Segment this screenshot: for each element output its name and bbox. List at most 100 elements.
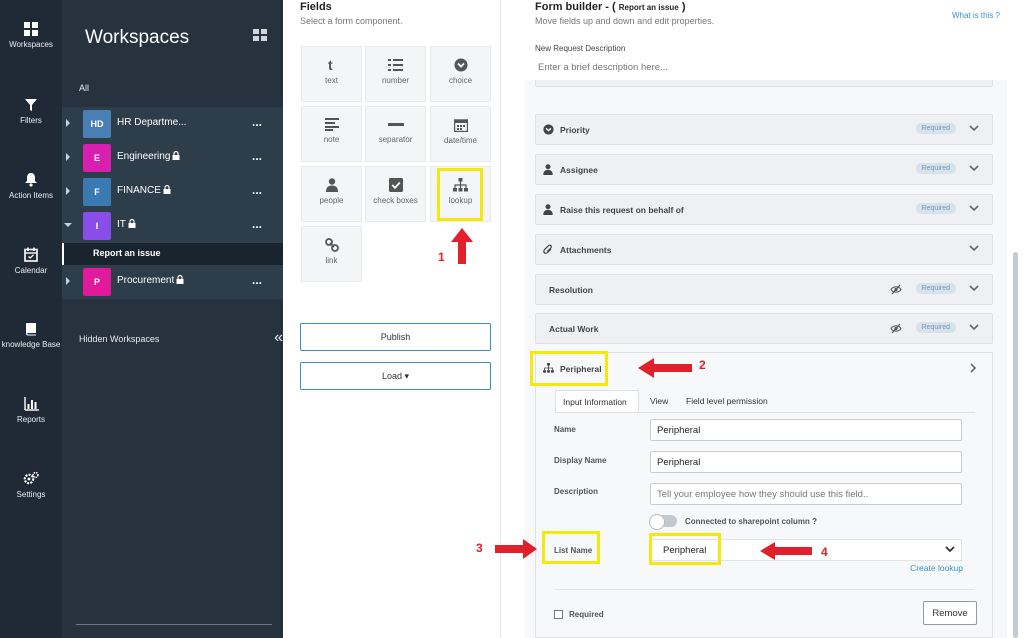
tile-label: choice — [448, 76, 473, 85]
rail-item-reports[interactable]: Reports — [0, 397, 62, 424]
more-options-button[interactable]: ... — [252, 115, 262, 129]
numbered-list-icon — [387, 59, 403, 71]
bell-icon — [25, 173, 37, 187]
fields-subtitle: Select a form component. — [300, 16, 403, 26]
create-lookup-link[interactable]: Create lookup — [910, 563, 963, 573]
sharepoint-toggle[interactable] — [649, 514, 677, 530]
rail-item-calendar[interactable]: Calendar — [0, 247, 62, 275]
required-badge: Required — [915, 203, 956, 214]
field-tile-note[interactable]: note — [301, 106, 362, 162]
field-row-actual-work[interactable]: Actual Work Required — [535, 313, 993, 344]
rail-label: knowledge Base — [1, 340, 61, 349]
chevron-down-icon[interactable] — [969, 125, 979, 132]
expand-caret-icon[interactable] — [66, 277, 70, 285]
required-label: Required — [569, 610, 604, 619]
field-tile-choice[interactable]: choice — [430, 46, 491, 102]
scrollbar[interactable] — [1013, 252, 1018, 638]
rail-item-filters[interactable]: Filters — [0, 98, 62, 125]
name-label: Name — [554, 425, 576, 434]
rail-label: Settings — [16, 490, 46, 499]
chevron-down-icon — [945, 546, 955, 553]
field-row-priority[interactable]: Priority Required — [535, 114, 993, 145]
workspace-name: Procurement — [117, 275, 175, 286]
rail-item-settings[interactable]: Settings — [0, 471, 62, 499]
tile-label: people — [319, 196, 344, 205]
grid-view-icon[interactable] — [253, 29, 267, 41]
expand-caret-icon[interactable] — [64, 223, 72, 227]
workspace-avatar: I — [83, 212, 111, 240]
publish-button[interactable]: Publish — [300, 323, 491, 351]
workspace-item-it[interactable]: I IT ... — [62, 209, 283, 243]
rail-item-workspaces[interactable]: Workspaces — [0, 22, 62, 49]
tabs-divider — [555, 412, 975, 413]
help-link[interactable]: What is this ? — [952, 11, 1000, 20]
toggle-label: Connected to sharepoint column ? — [685, 517, 818, 526]
description-input[interactable]: Enter a brief description here... — [538, 62, 668, 73]
more-options-button[interactable]: ... — [252, 217, 262, 231]
calendar-icon — [453, 119, 468, 132]
chevron-down-icon[interactable] — [969, 245, 979, 252]
person-icon — [543, 164, 553, 175]
field-tile-separator[interactable]: separator — [365, 106, 426, 162]
workspace-avatar: HD — [83, 110, 111, 138]
field-tile-datetime[interactable]: date/time — [430, 106, 491, 162]
field-tile-check-boxes[interactable]: check boxes — [365, 166, 426, 222]
collapse-panel-icon[interactable]: « — [274, 329, 283, 347]
tab-view[interactable]: View — [643, 390, 675, 412]
annotation-number: 3 — [476, 541, 483, 555]
display-name-input[interactable]: Peripheral — [650, 451, 962, 473]
workspace-item-hr[interactable]: HD HR Departme... ... — [62, 107, 283, 141]
workspaces-all-filter[interactable]: All — [79, 83, 89, 93]
display-name-label: Display Name — [554, 456, 607, 465]
load-button[interactable]: Load ▾ — [300, 362, 491, 390]
chevron-down-icon[interactable] — [969, 165, 979, 172]
field-tile-link[interactable]: link — [301, 226, 362, 282]
chevron-down-icon[interactable] — [969, 324, 979, 331]
field-row-assignee[interactable]: Assignee Required — [535, 154, 993, 185]
field-label: Actual Work — [549, 324, 599, 334]
field-label: Attachments — [560, 245, 612, 255]
choice-icon — [454, 58, 467, 72]
field-row-on-behalf-of[interactable]: Raise this request on behalf of Required — [535, 194, 993, 225]
more-options-button[interactable]: ... — [252, 149, 262, 163]
tab-field-level-permission[interactable]: Field level permission — [679, 390, 775, 412]
description-input[interactable]: Tell your employee how they should use t… — [650, 483, 962, 505]
expand-caret-icon[interactable] — [66, 153, 70, 161]
field-row-attachments[interactable]: Attachments — [535, 234, 993, 265]
description-label: New Request Description — [535, 44, 626, 53]
grid-icon — [24, 22, 38, 36]
workspaces-title: Workspaces — [85, 27, 190, 48]
expand-caret-icon[interactable] — [66, 187, 70, 195]
lock-icon — [163, 185, 171, 194]
hidden-workspaces-link[interactable]: Hidden Workspaces — [79, 334, 159, 344]
expand-caret-icon[interactable] — [66, 119, 70, 127]
workspaces-panel: Workspaces All HD HR Departme... ... E E… — [62, 0, 283, 638]
remove-button[interactable]: Remove — [923, 601, 977, 625]
chevron-down-icon[interactable] — [969, 285, 979, 292]
tab-input-information[interactable]: Input Information — [555, 390, 639, 412]
workspace-sub-item-report-an-issue[interactable]: Report an issue — [62, 243, 283, 265]
more-options-button[interactable]: ... — [252, 183, 262, 197]
rail-item-action-items[interactable]: Action Items — [0, 172, 62, 200]
rail-item-knowledge-base[interactable]: knowledge Base — [0, 322, 62, 349]
field-tile-people[interactable]: people — [301, 166, 362, 222]
chevron-down-icon[interactable] — [969, 205, 979, 212]
eye-slash-icon — [890, 323, 902, 334]
fields-title: Fields — [300, 1, 332, 13]
chevron-right-icon[interactable] — [970, 363, 977, 373]
required-checkbox[interactable] — [554, 610, 563, 619]
name-input[interactable]: Peripheral — [650, 419, 962, 441]
workspace-item-engineering[interactable]: E Engineering ... — [62, 141, 283, 175]
field-tile-text[interactable]: t text — [301, 46, 362, 102]
workspace-name: Engineering — [117, 151, 171, 162]
required-badge: Required — [915, 123, 956, 134]
field-tile-number[interactable]: number — [365, 46, 426, 102]
workspace-item-procurement[interactable]: P Procurement ... — [62, 265, 283, 299]
more-options-button[interactable]: ... — [252, 273, 262, 287]
field-row-resolution[interactable]: Resolution Required — [535, 274, 993, 305]
tile-label: link — [325, 256, 338, 265]
workspace-item-finance[interactable]: F FINANCE ... — [62, 175, 283, 209]
highlight-box — [542, 531, 600, 564]
rail-label: Workspaces — [9, 40, 53, 49]
field-row[interactable] — [535, 80, 993, 87]
